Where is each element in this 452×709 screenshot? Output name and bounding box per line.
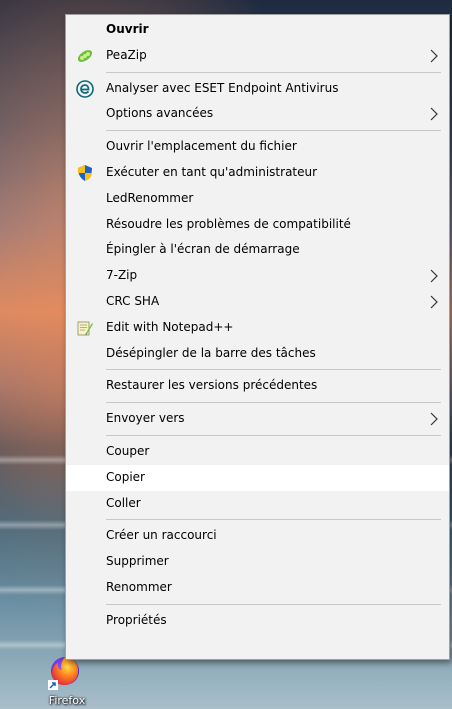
shortcut-arrow-icon	[48, 680, 58, 690]
menu-item-peazip[interactable]: PeaZip	[66, 43, 449, 69]
menu-separator	[106, 519, 441, 521]
menu-item-envoyer-vers[interactable]: Envoyer vers	[66, 406, 449, 432]
menu-item-epingler-a-l-ecran-de-demarrage[interactable]: Épingler à l'écran de démarrage	[66, 237, 449, 263]
peazip-icon	[76, 47, 94, 65]
menu-item-label: Analyser avec ESET Endpoint Antivirus	[106, 80, 339, 95]
menu-item-supprimer[interactable]: Supprimer	[66, 549, 449, 575]
menu-item-label: CRC SHA	[106, 293, 160, 308]
menu-item-label: Couper	[106, 443, 150, 458]
menu-item-executer-en-tant-qu-administrateur[interactable]: Exécuter en tant qu'administrateur	[66, 160, 449, 186]
menu-item-label: Résoudre les problèmes de compatibilité	[106, 216, 351, 231]
menu-item-label: Ouvrir l'emplacement du fichier	[106, 139, 297, 154]
menu-item-label: Désépingler de la barre des tâches	[106, 345, 316, 360]
chevron-right-icon	[430, 269, 438, 283]
chevron-right-icon	[430, 295, 438, 309]
menu-item-label: Restaurer les versions précédentes	[106, 378, 318, 393]
menu-separator	[106, 71, 441, 73]
menu-item-ouvrir[interactable]: Ouvrir	[66, 17, 449, 43]
menu-item-ledrenommer[interactable]: LedRenommer	[66, 186, 449, 212]
context-menu: Ouvrir PeaZip Analyser avec ESET Endpoint …	[65, 14, 450, 660]
uac-shield-icon	[76, 164, 94, 182]
menu-separator	[106, 434, 441, 436]
menu-item-creer-un-raccourci[interactable]: Créer un raccourci	[66, 523, 449, 549]
menu-item-proprietes[interactable]: Propriétés	[66, 608, 449, 634]
menu-separator	[106, 603, 441, 605]
menu-item-label: Options avancées	[106, 106, 214, 121]
menu-item-desepingler-de-la-barre-des-taches[interactable]: Désépingler de la barre des tâches	[66, 341, 449, 367]
menu-item-ouvrir-l-emplacement-du-fichier[interactable]: Ouvrir l'emplacement du fichier	[66, 134, 449, 160]
menu-item-label: Épingler à l'écran de démarrage	[106, 242, 300, 257]
menu-item-renommer[interactable]: Renommer	[66, 575, 449, 601]
menu-separator	[106, 130, 441, 132]
menu-item-resoudre-les-problemes-de-compatibilite[interactable]: Résoudre les problèmes de compatibilité	[66, 212, 449, 238]
menu-item-restaurer-les-versions-precedentes[interactable]: Restaurer les versions précédentes	[66, 373, 449, 399]
menu-item-copier[interactable]: Copier	[66, 464, 449, 491]
menu-item-label: Coller	[106, 495, 141, 510]
menu-item-coller[interactable]: Coller	[66, 491, 449, 517]
menu-item-couper[interactable]: Couper	[66, 439, 449, 465]
desktop-icon-label: Firefox	[48, 694, 86, 707]
chevron-right-icon	[430, 412, 438, 426]
chevron-right-icon	[430, 49, 438, 63]
menu-item-label: Créer un raccourci	[106, 528, 217, 543]
menu-item-edit-with-notepad[interactable]: Edit with Notepad++	[66, 315, 449, 341]
menu-item-label: Supprimer	[106, 554, 169, 569]
menu-separator	[106, 369, 441, 371]
eset-icon	[76, 79, 94, 98]
chevron-right-icon	[430, 107, 438, 121]
menu-item-label: Exécuter en tant qu'administrateur	[106, 164, 318, 179]
menu-item-label: 7-Zip	[106, 268, 138, 283]
menu-item-label: Envoyer vers	[106, 411, 185, 426]
menu-item-label: PeaZip	[106, 47, 147, 62]
menu-item-7-zip[interactable]: 7-Zip	[66, 263, 449, 289]
menu-item-label: Ouvrir	[106, 22, 149, 36]
menu-item-label: Edit with Notepad++	[106, 319, 234, 334]
notepad-plus-plus-icon	[76, 319, 94, 337]
menu-item-label: Copier	[106, 469, 145, 484]
menu-separator	[106, 402, 441, 404]
menu-item-label: Propriétés	[106, 612, 167, 627]
menu-item-label: Renommer	[106, 579, 172, 594]
menu-item-analyser-avec-eset-endpoint-antivirus[interactable]: Analyser avec ESET Endpoint Antivirus	[66, 76, 449, 102]
menu-item-options-avancees[interactable]: Options avancées	[66, 101, 449, 127]
menu-item-label: LedRenommer	[106, 190, 194, 205]
menu-item-crc-sha[interactable]: CRC SHA	[66, 289, 449, 315]
